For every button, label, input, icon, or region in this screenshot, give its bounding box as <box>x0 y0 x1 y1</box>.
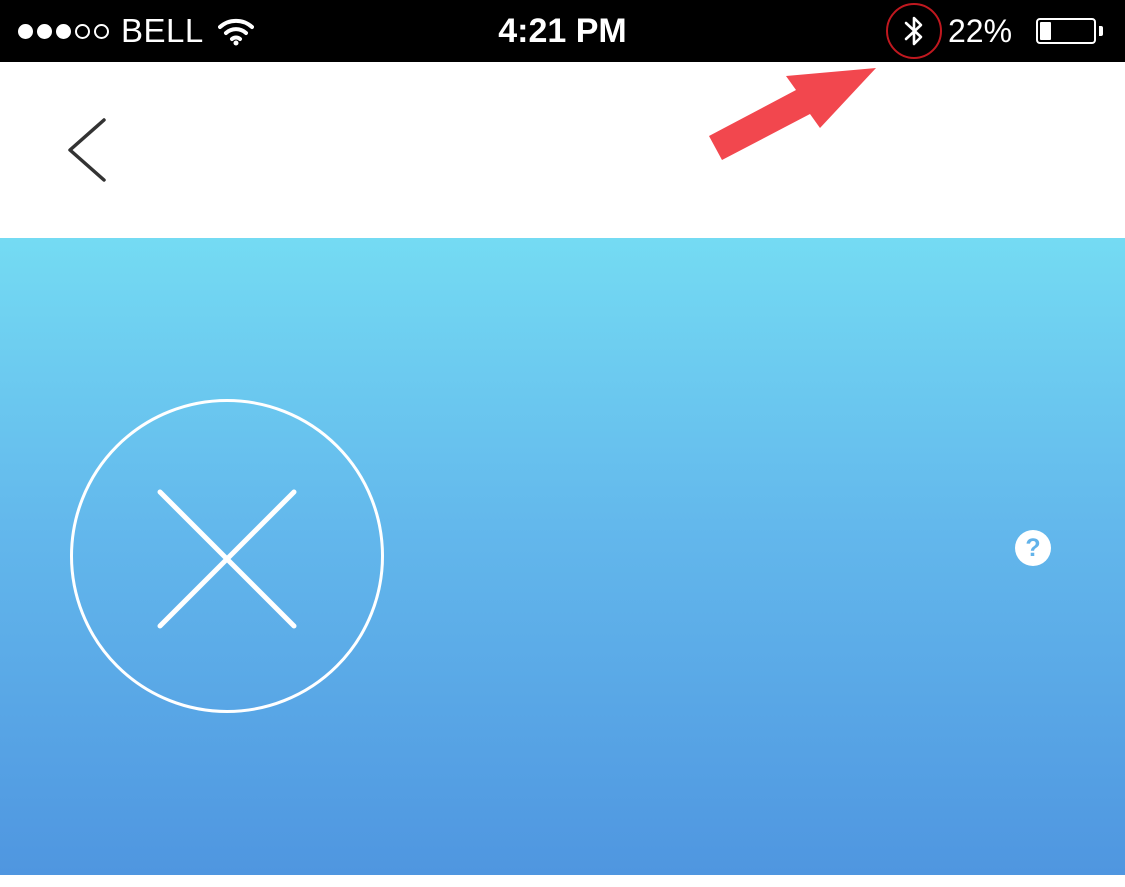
battery-tip <box>1099 26 1103 36</box>
signal-dot <box>75 23 90 39</box>
chevron-left-icon <box>68 118 106 182</box>
battery-icon <box>1036 18 1096 44</box>
bluetooth-highlight-circle <box>886 3 942 59</box>
battery-percentage: 22% <box>948 12 1013 49</box>
battery-fill <box>1040 22 1051 40</box>
close-icon <box>157 489 297 629</box>
x-circle-icon <box>70 399 384 713</box>
bottom-divider <box>0 875 1125 887</box>
wifi-icon <box>217 18 254 46</box>
back-button[interactable] <box>56 114 116 186</box>
carrier-group: BELL <box>18 0 254 62</box>
help-icon[interactable]: ? <box>1015 530 1051 566</box>
navigation-bar <box>0 62 1125 238</box>
bluetooth-icon <box>904 16 923 46</box>
signal-dot <box>37 23 52 39</box>
signal-strength-icon <box>18 23 109 39</box>
carrier-name: BELL <box>121 12 204 49</box>
signal-dot <box>94 23 109 39</box>
annotation-arrow-icon <box>709 68 876 160</box>
signal-dot <box>18 23 33 39</box>
signal-dot <box>56 23 71 39</box>
status-bar: BELL 4:21 PM 22% <box>0 0 1125 62</box>
connection-status-panel: ? <box>0 238 1125 875</box>
